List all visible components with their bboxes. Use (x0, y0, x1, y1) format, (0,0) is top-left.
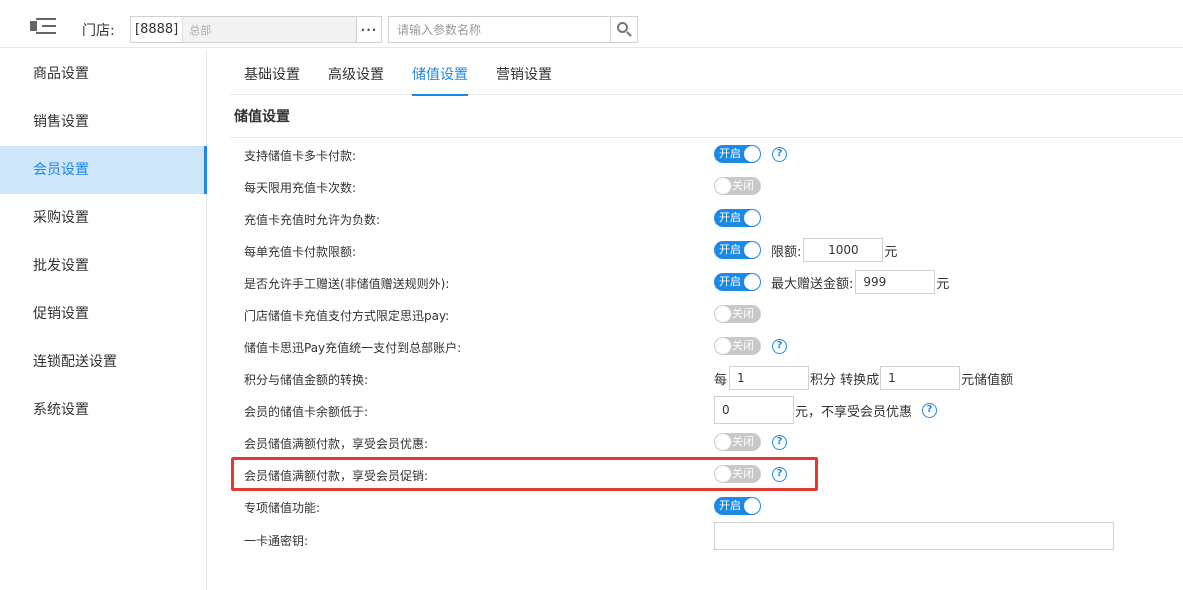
sidebar-item-member[interactable]: 会员设置 (0, 146, 207, 194)
sidebar-item-sales[interactable]: 销售设置 (0, 98, 206, 146)
setting-label: 储值卡思迅Pay充值统一支付到总部账户: (244, 341, 462, 355)
sidebar-item-wholesale[interactable]: 批发设置 (0, 242, 206, 290)
points-input[interactable] (729, 366, 810, 390)
card-key-input[interactable] (714, 522, 1114, 550)
setting-row: 积分与储值金额的转换: 每 积分 转换成 元储值额 (244, 362, 1174, 394)
sidebar-item-promotion[interactable]: 促销设置 (0, 290, 206, 338)
sidebar: 商品设置 销售设置 会员设置 采购设置 批发设置 促销设置 连锁配送设置 系统设… (0, 50, 207, 590)
sidebar-item-chain-distribution[interactable]: 连锁配送设置 (0, 338, 206, 386)
limit-unit: 元 (884, 244, 898, 260)
setting-row: 是否允许手工赠送(非储值赠送规则外): 开启 最大赠送金额: 元 (244, 266, 1174, 298)
setting-row: 储值卡思迅Pay充值统一支付到总部账户: 关闭 ? (244, 330, 1174, 362)
tab-advanced[interactable]: 高级设置 (314, 54, 398, 95)
settings-tabs: 基础设置 高级设置 储值设置 营销设置 (230, 54, 1183, 96)
section-title: 储值设置 (234, 109, 290, 125)
stored-value-input[interactable] (880, 366, 961, 390)
setting-row: 会员储值满额付款，享受会员促销: 关闭 ? (244, 458, 1174, 490)
full-pay-member-promotion-toggle[interactable]: 关闭 (714, 465, 761, 483)
limit-prefix: 限额: (771, 244, 802, 260)
store-code: [8888] (131, 17, 184, 42)
multi-card-payment-toggle[interactable]: 开启 (714, 145, 761, 163)
setting-label: 会员储值满额付款，享受会员优惠: (244, 437, 429, 451)
help-icon[interactable]: ? (772, 146, 787, 162)
daily-card-limit-toggle[interactable]: 关闭 (714, 177, 761, 195)
setting-label: 会员储值满额付款，享受会员促销: (244, 469, 429, 483)
store-more-button[interactable]: ··· (356, 17, 381, 42)
max-gift-amount-input[interactable] (855, 270, 936, 294)
help-icon[interactable]: ? (922, 402, 938, 418)
help-icon[interactable]: ? (772, 434, 787, 450)
setting-row: 会员的储值卡余额低于: 元，不享受会员优惠 ? (244, 394, 1174, 426)
tab-stored-value[interactable]: 储值设置 (398, 54, 482, 96)
sidebar-item-purchase[interactable]: 采购设置 (0, 194, 206, 242)
sidebar-item-system[interactable]: 系统设置 (0, 386, 206, 434)
store-name: 总部 (189, 23, 212, 37)
setting-label: 积分与储值金额的转换: (244, 373, 369, 387)
stored-value-unit: 元储值额 (961, 372, 1014, 388)
setting-label: 每单充值卡付款限额: (244, 245, 357, 259)
limit-amount-input[interactable] (803, 238, 884, 262)
setting-label: 会员的储值卡余额低于: (244, 405, 369, 419)
special-stored-value-toggle[interactable]: 开启 (714, 497, 761, 515)
search-icon[interactable] (610, 17, 637, 42)
store-label: 门店: (82, 23, 115, 39)
points-convert-text: 积分 转换成 (810, 372, 880, 388)
setting-label: 门店储值卡充值支付方式限定思迅pay: (244, 309, 450, 323)
sidebar-item-product[interactable]: 商品设置 (0, 50, 206, 98)
setting-label: 是否允许手工赠送(非储值赠送规则外): (244, 277, 450, 291)
tab-marketing[interactable]: 营销设置 (482, 54, 566, 95)
help-icon[interactable]: ? (772, 466, 787, 482)
allow-negative-toggle[interactable]: 开启 (714, 209, 761, 227)
min-balance-suffix: 元，不享受会员优惠 (795, 404, 913, 420)
collapse-menu-icon[interactable] (30, 16, 58, 36)
max-gift-unit: 元 (936, 276, 950, 292)
pay-to-hq-toggle[interactable]: 关闭 (714, 337, 761, 355)
setting-row: 每天限用充值卡次数: 关闭 (244, 170, 1174, 202)
min-balance-input[interactable] (714, 396, 794, 424)
setting-row: 支持储值卡多卡付款: 开启 ? (244, 138, 1174, 170)
tab-basic[interactable]: 基础设置 (230, 54, 314, 95)
manual-gift-toggle[interactable]: 开启 (714, 273, 761, 291)
setting-row: 门店储值卡充值支付方式限定思迅pay: 关闭 (244, 298, 1174, 330)
search-input[interactable] (389, 17, 610, 42)
max-gift-prefix: 最大赠送金额: (771, 276, 854, 292)
search-box (388, 16, 638, 43)
full-pay-member-discount-toggle[interactable]: 关闭 (714, 433, 761, 451)
setting-row: 会员储值满额付款，享受会员优惠: 关闭 ? (244, 426, 1174, 458)
setting-row: 每单充值卡付款限额: 开启 限额: 元 (244, 234, 1174, 266)
setting-row: 充值卡充值时允许为负数: 开启 (244, 202, 1174, 234)
payment-limit-toggle[interactable]: 开启 (714, 241, 761, 259)
points-prefix: 每 (714, 372, 728, 388)
setting-label: 支持储值卡多卡付款: (244, 149, 357, 163)
setting-label: 每天限用充值卡次数: (244, 181, 357, 195)
top-bar: 门店: [8888] 总部 ··· (0, 0, 1183, 48)
help-icon[interactable]: ? (772, 338, 787, 354)
store-selector[interactable]: [8888] 总部 ··· (130, 16, 382, 43)
setting-label: 一卡通密钥: (244, 534, 309, 548)
setting-label: 充值卡充值时允许为负数: (244, 213, 381, 227)
setting-label: 专项储值功能: (244, 501, 321, 515)
restrict-pay-method-toggle[interactable]: 关闭 (714, 305, 761, 323)
setting-row: 专项储值功能: 开启 (244, 490, 1174, 522)
